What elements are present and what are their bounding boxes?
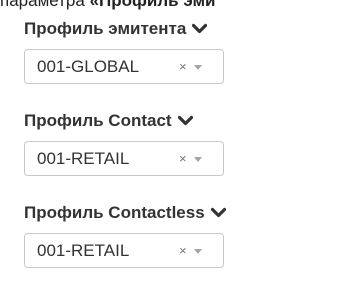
contact-profile-label: Профиль Contact — [24, 111, 172, 130]
contact-profile-label-row[interactable]: Профиль Contact — [24, 110, 224, 132]
contact-profile-select[interactable]: 001-RETAIL × — [24, 141, 224, 176]
clear-icon[interactable]: × — [179, 50, 187, 83]
caret-down-icon[interactable] — [194, 157, 202, 162]
caret-down-icon[interactable] — [194, 65, 202, 70]
issuer-profile-select[interactable]: 001-GLOBAL × — [24, 49, 224, 84]
chevron-down-icon[interactable] — [210, 207, 226, 219]
chevron-down-icon[interactable] — [192, 23, 208, 35]
contactless-profile-label: Профиль Contactless — [24, 203, 205, 222]
caret-down-icon[interactable] — [194, 249, 202, 254]
contact-profile-value: 001-RETAIL — [37, 149, 130, 168]
issuer-profile-label-row[interactable]: Профиль эмитента — [24, 18, 224, 40]
top-text-prefix: параметра — [0, 0, 90, 10]
chevron-down-icon[interactable] — [177, 115, 193, 127]
contactless-profile-select[interactable]: 001-RETAIL × — [24, 233, 224, 268]
top-text-bold: «Профиль эми — [89, 0, 216, 10]
contact-profile-field: Профиль Contact 001-RETAIL × — [24, 110, 224, 176]
clear-icon[interactable]: × — [179, 234, 187, 267]
issuer-profile-label: Профиль эмитента — [24, 19, 187, 38]
issuer-profile-value: 001-GLOBAL — [37, 57, 140, 76]
contactless-profile-field: Профиль Contactless 001-RETAIL × — [24, 202, 226, 268]
issuer-profile-field: Профиль эмитента 001-GLOBAL × — [24, 18, 224, 84]
contactless-profile-value: 001-RETAIL — [37, 241, 130, 260]
clear-icon[interactable]: × — [179, 142, 187, 175]
contactless-profile-label-row[interactable]: Профиль Contactless — [24, 202, 226, 224]
cropped-top-text: параметра «Профиль эми — [0, 0, 362, 11]
